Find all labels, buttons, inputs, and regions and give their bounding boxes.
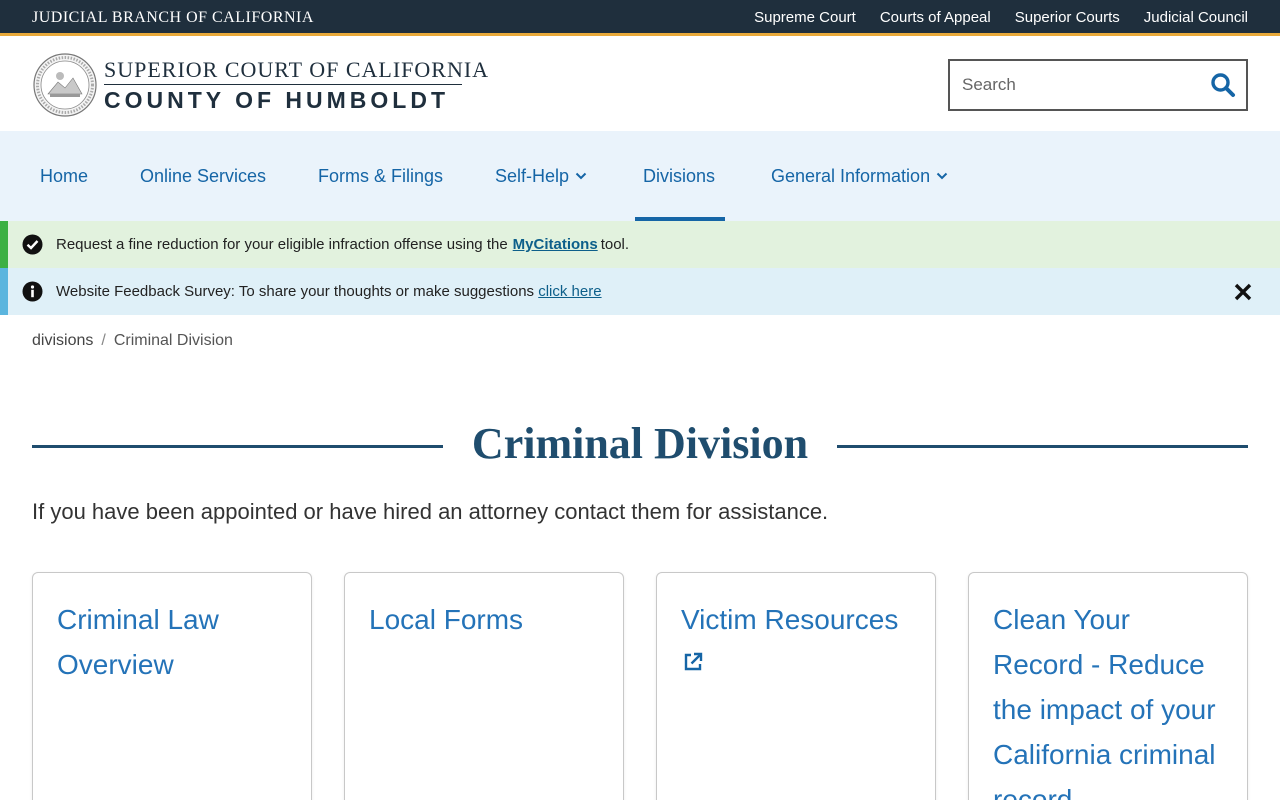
- survey-alert-text: Website Feedback Survey: To share your t…: [56, 283, 602, 300]
- breadcrumb-divisions[interactable]: divisions: [32, 332, 93, 350]
- breadcrumb-current: Criminal Division: [113, 332, 233, 349]
- mycitations-link[interactable]: MyCitations: [513, 236, 598, 253]
- card-title: Local Forms: [369, 604, 524, 635]
- court-seal-icon[interactable]: [32, 52, 98, 118]
- link-judicial-council[interactable]: Judicial Council: [1144, 9, 1248, 26]
- nav-home-label: Home: [40, 165, 89, 186]
- nav-home[interactable]: Home: [40, 131, 88, 221]
- utility-links: Supreme Court Courts of Appeal Superior …: [754, 9, 1248, 26]
- nav-general-information[interactable]: General Information: [771, 131, 948, 221]
- main-nav: Home Online Services Forms & Filings Sel…: [0, 131, 1280, 221]
- card-title: Criminal Law Overview: [57, 604, 219, 680]
- nav-forms-filings-label: Forms & Filings: [318, 165, 444, 186]
- nav-online-services-label: Online Services: [140, 165, 267, 186]
- nav-general-information-label: General Information: [771, 165, 931, 186]
- close-icon[interactable]: [1232, 281, 1254, 303]
- breadcrumb: divisions / Criminal Division: [32, 332, 233, 350]
- nav-divisions-label: Divisions: [643, 165, 716, 186]
- card-title-wrap: Victim Resources: [681, 597, 915, 674]
- link-superior-courts[interactable]: Superior Courts: [1015, 9, 1120, 26]
- check-circle-icon: [22, 234, 43, 255]
- card-clean-your-record[interactable]: Clean Your Record - Reduce the impact of…: [968, 572, 1248, 800]
- link-courts-of-appeal[interactable]: Courts of Appeal: [880, 9, 991, 26]
- nav-self-help[interactable]: Self-Help: [495, 131, 587, 221]
- brand-county-name[interactable]: COUNTY OF HUMBOLDT: [104, 87, 449, 114]
- citation-alert: Request a fine reduction for your eligib…: [0, 221, 1280, 268]
- card-local-forms[interactable]: Local Forms: [344, 572, 624, 800]
- search-input[interactable]: [950, 61, 1200, 109]
- breadcrumb-separator: /: [101, 332, 106, 349]
- brand-divider: [104, 84, 462, 85]
- survey-click-here-link[interactable]: click here: [538, 283, 601, 300]
- nav-online-services[interactable]: Online Services: [140, 131, 266, 221]
- card-criminal-law-overview[interactable]: Criminal Law Overview: [32, 572, 312, 800]
- nav-forms-filings[interactable]: Forms & Filings: [318, 131, 443, 221]
- citation-alert-suffix: tool.: [600, 236, 630, 253]
- link-supreme-court[interactable]: Supreme Court: [754, 9, 856, 26]
- card-title: Clean Your Record - Reduce the impact of…: [993, 604, 1216, 800]
- info-icon: [22, 281, 43, 302]
- nav-self-help-label: Self-Help: [495, 165, 570, 186]
- chevron-down-icon: [936, 172, 948, 180]
- nav-divisions[interactable]: Divisions: [634, 131, 726, 221]
- citation-alert-text: Request a fine reduction for your eligib…: [56, 236, 629, 253]
- search-icon: [1211, 73, 1235, 97]
- citation-alert-message: Request a fine reduction for your eligib…: [56, 236, 508, 253]
- judicial-branch-label: JUDICIAL BRANCH OF CALIFORNIA: [32, 9, 314, 26]
- card-victim-resources[interactable]: Victim Resources: [656, 572, 936, 800]
- card-title: Victim Resources: [681, 604, 899, 635]
- survey-alert-message: Website Feedback Survey: To share your t…: [56, 283, 535, 300]
- search-button[interactable]: [1200, 61, 1246, 109]
- external-link-icon: [684, 652, 703, 671]
- utility-bar: JUDICIAL BRANCH OF CALIFORNIA Supreme Co…: [0, 0, 1280, 36]
- brand-court-name[interactable]: SUPERIOR COURT OF CALIFORNIA: [104, 57, 489, 83]
- chevron-down-icon: [575, 172, 587, 180]
- search-box: [948, 59, 1248, 111]
- intro-text: If you have been appointed or have hired…: [32, 499, 829, 524]
- site-header: SUPERIOR COURT OF CALIFORNIA COUNTY OF H…: [0, 39, 1280, 131]
- page-title: Criminal Division: [471, 419, 809, 468]
- survey-alert: Website Feedback Survey: To share your t…: [0, 268, 1280, 315]
